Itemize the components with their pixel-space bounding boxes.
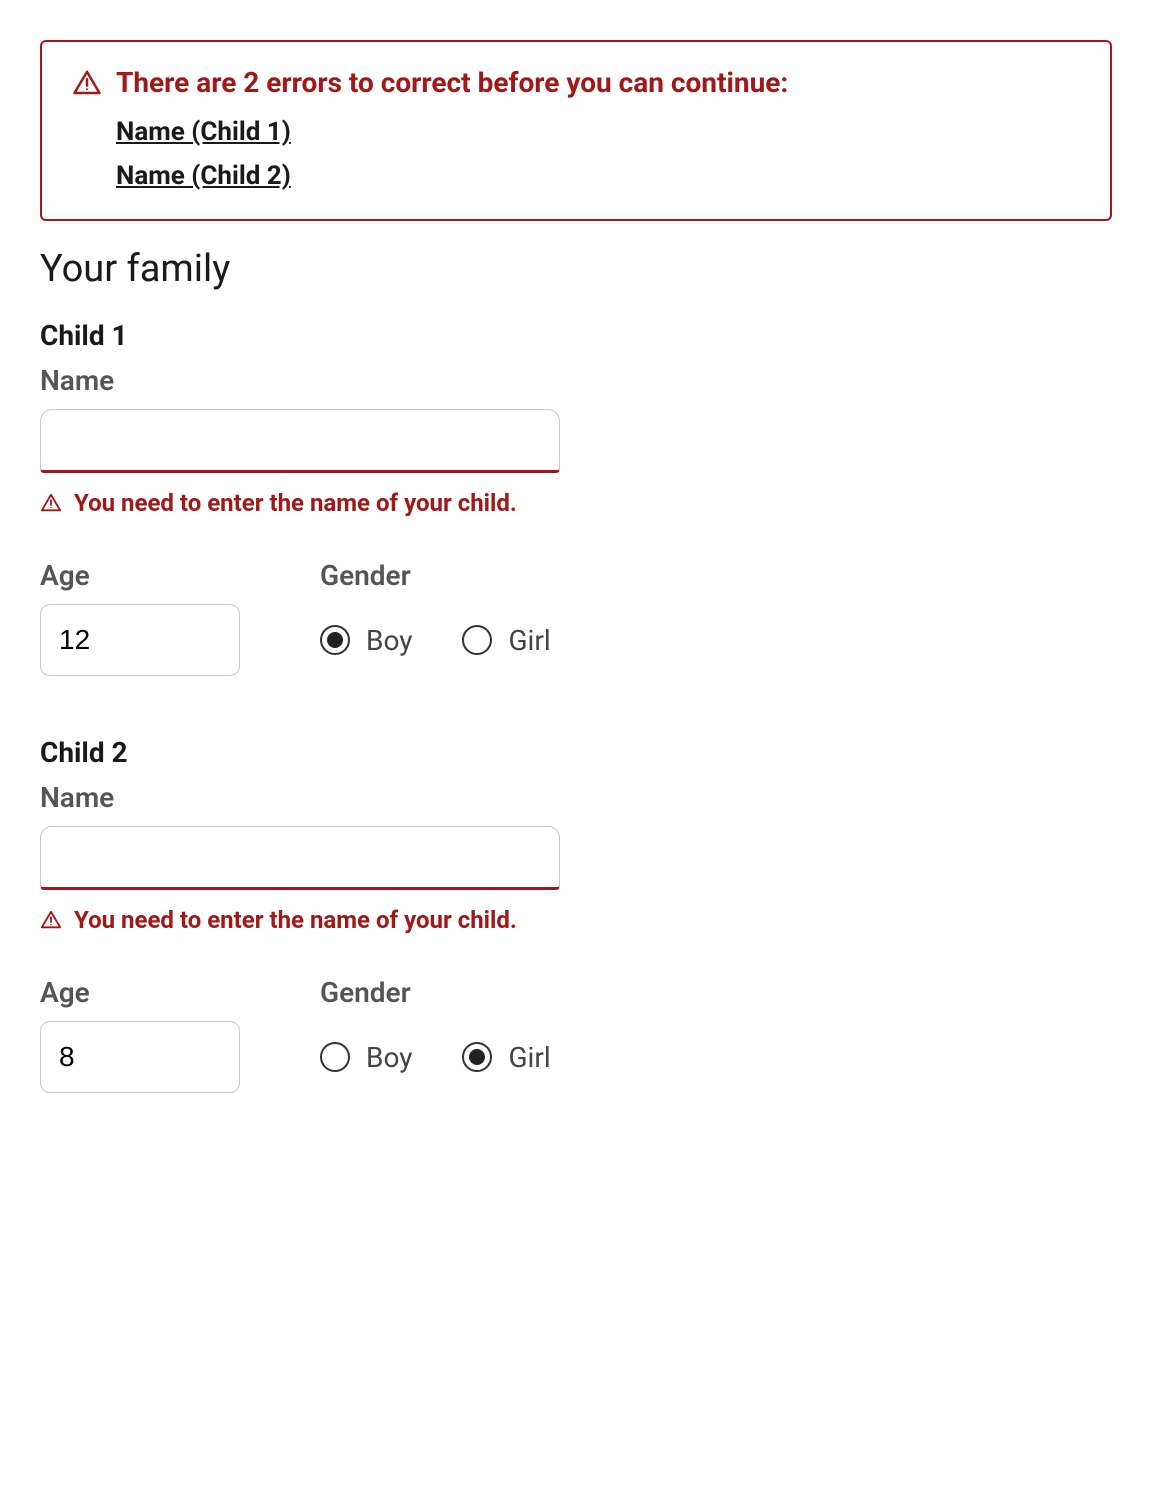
child-2-gender-boy-radio[interactable]: Boy	[320, 1041, 412, 1074]
radio-unchecked-icon	[320, 1042, 350, 1072]
age-label: Age	[40, 559, 260, 592]
warning-icon	[72, 68, 102, 98]
gender-label: Gender	[320, 559, 1112, 592]
radio-label: Boy	[366, 1041, 412, 1074]
gender-label: Gender	[320, 976, 1112, 1009]
child-1-name-error: You need to enter the name of your child…	[74, 489, 517, 517]
name-label: Name	[40, 364, 1112, 397]
child-1-age-input[interactable]	[40, 604, 240, 676]
error-link-child-2[interactable]: Name (Child 2)	[116, 161, 291, 191]
child-2-name-input[interactable]	[40, 826, 560, 890]
error-summary-box: There are 2 errors to correct before you…	[40, 40, 1112, 221]
warning-icon	[40, 492, 62, 514]
name-label: Name	[40, 781, 1112, 814]
radio-unchecked-icon	[462, 625, 492, 655]
child-1-heading: Child 1	[40, 319, 1112, 352]
child-2-heading: Child 2	[40, 736, 1112, 769]
child-2-age-input[interactable]	[40, 1021, 240, 1093]
child-1-name-input[interactable]	[40, 409, 560, 473]
error-summary-title: There are 2 errors to correct before you…	[116, 66, 788, 99]
child-1-gender-girl-radio[interactable]: Girl	[462, 624, 550, 657]
age-label: Age	[40, 976, 260, 1009]
warning-icon	[40, 909, 62, 931]
radio-label: Boy	[366, 624, 412, 657]
radio-label: Girl	[508, 624, 550, 657]
child-2-gender-girl-radio[interactable]: Girl	[462, 1041, 550, 1074]
radio-checked-icon	[462, 1042, 492, 1072]
page-title: Your family	[40, 247, 1112, 291]
child-1-gender-boy-radio[interactable]: Boy	[320, 624, 412, 657]
child-1-section: Child 1 Name You need to enter the name …	[40, 319, 1112, 676]
child-2-name-error: You need to enter the name of your child…	[74, 906, 517, 934]
radio-label: Girl	[508, 1041, 550, 1074]
radio-checked-icon	[320, 625, 350, 655]
error-link-child-1[interactable]: Name (Child 1)	[116, 117, 291, 147]
child-2-section: Child 2 Name You need to enter the name …	[40, 736, 1112, 1093]
